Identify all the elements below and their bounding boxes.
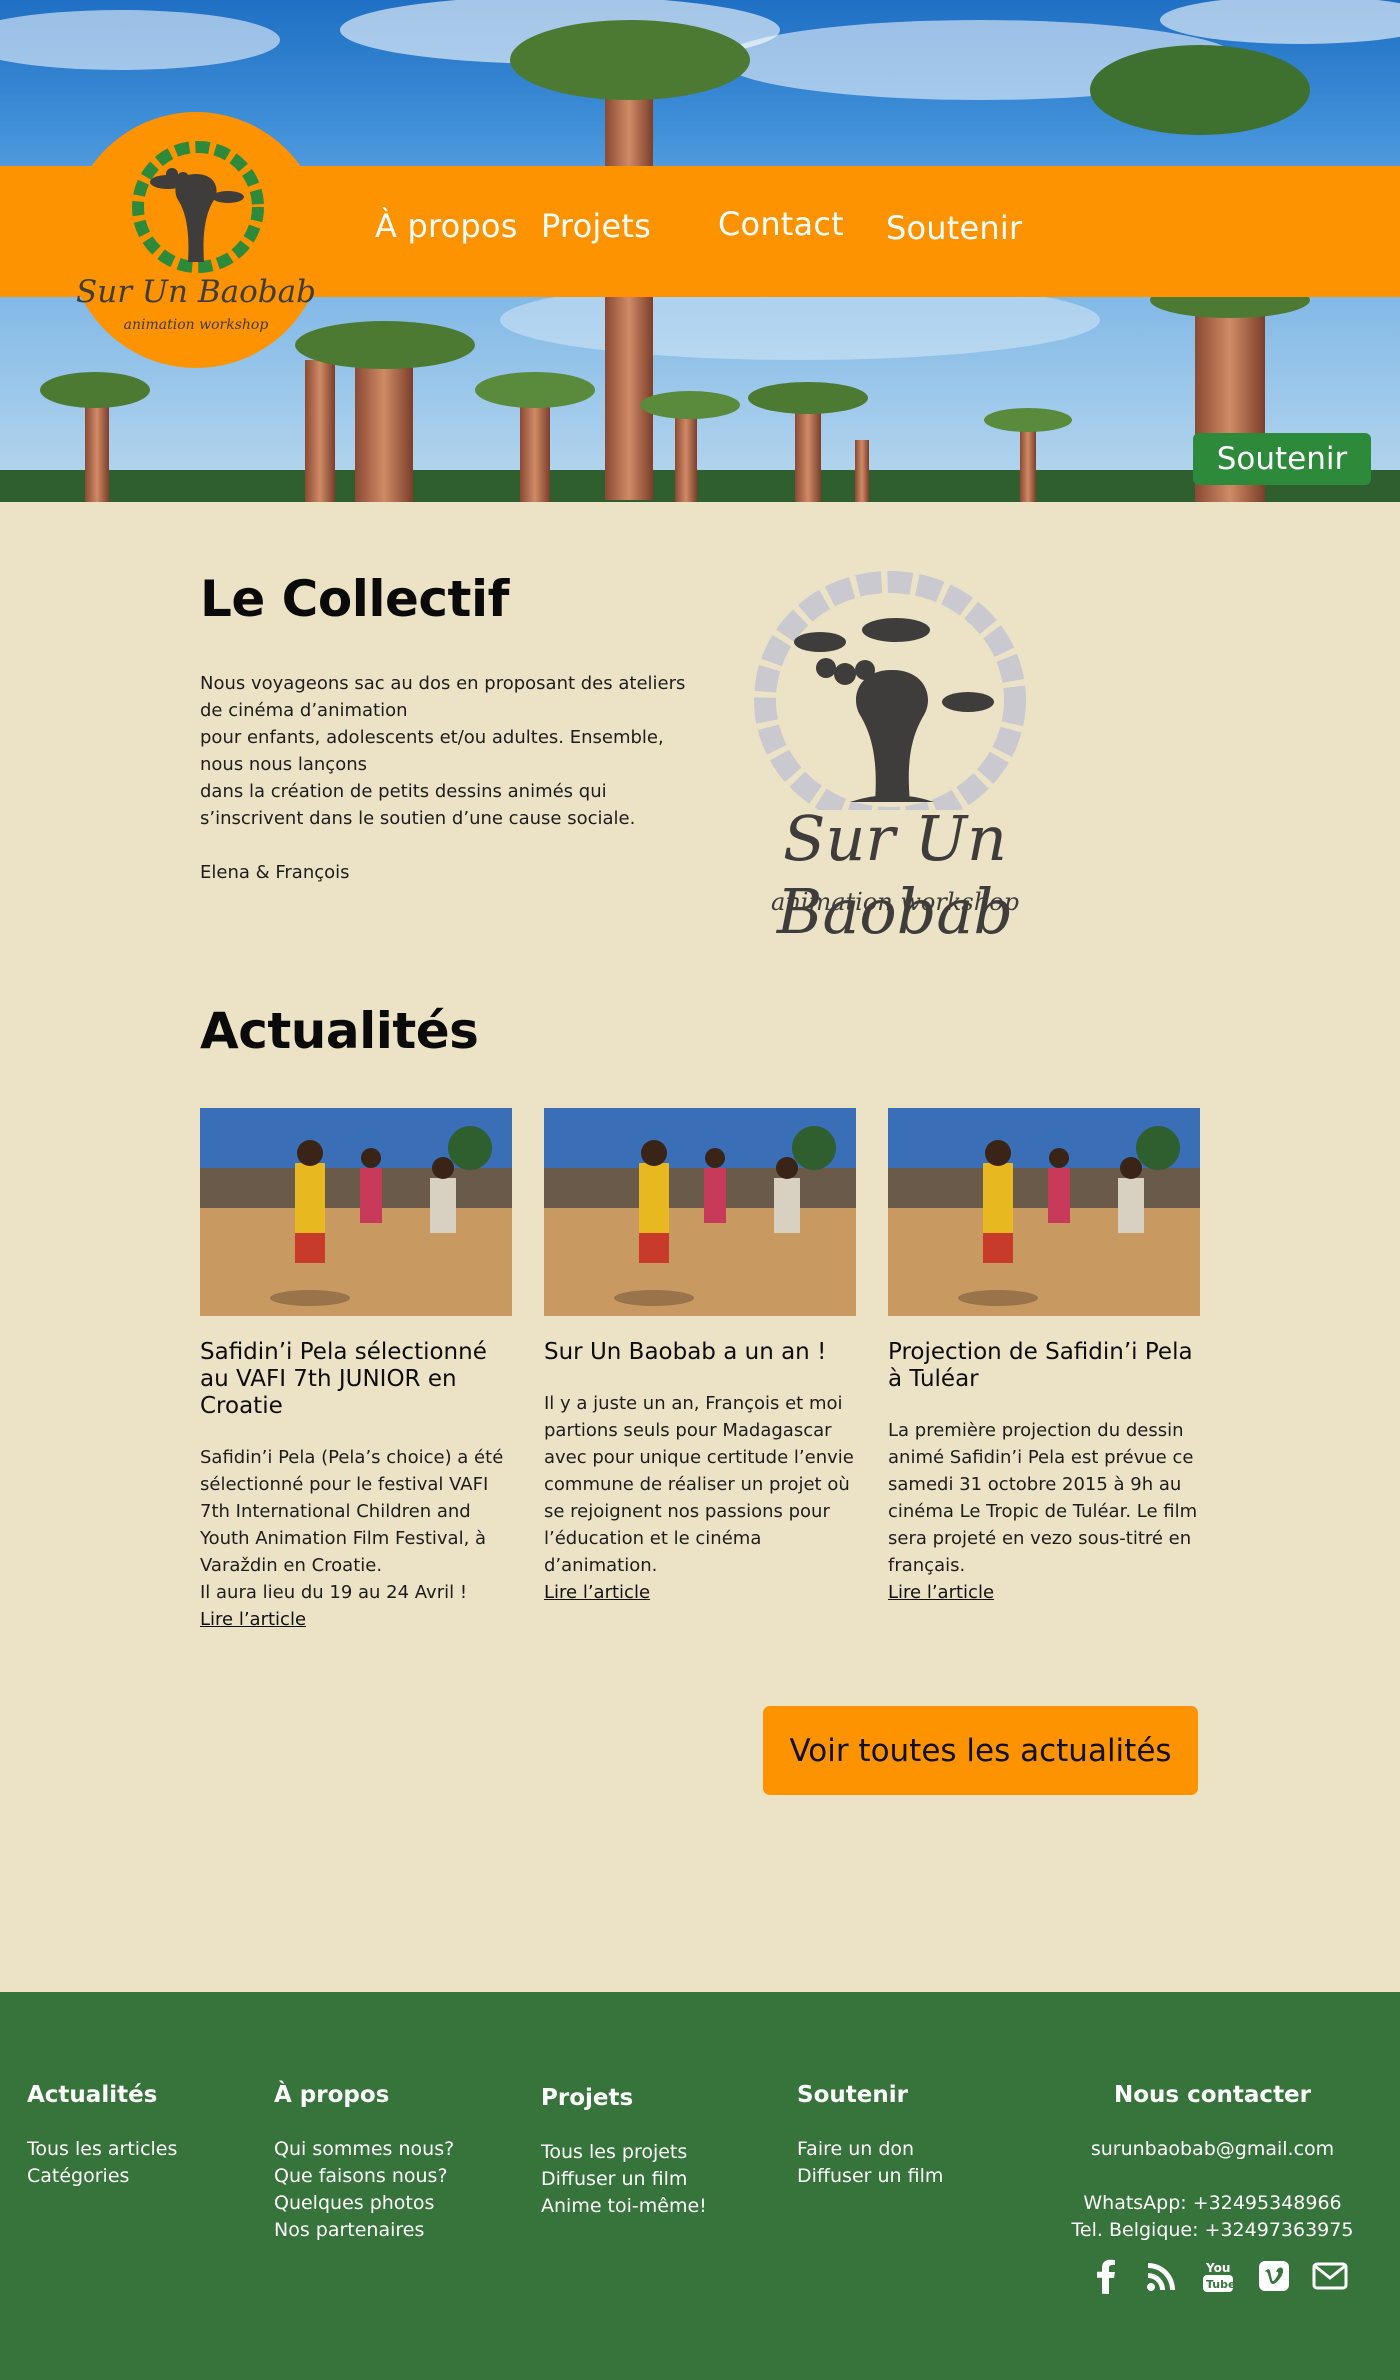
children-jumping-photo: [888, 1108, 1200, 1316]
logo-subtitle: animation workshop: [123, 317, 269, 333]
footer-col-a-propos: À propos Qui sommes nous? Que faisons no…: [274, 2082, 454, 2244]
news-image[interactable]: [200, 1108, 512, 1316]
news-image[interactable]: [544, 1108, 856, 1316]
footer-link[interactable]: Tous les projets: [541, 2139, 707, 2166]
collectif-logo-title: Sur Un Baobab: [776, 802, 1014, 948]
social-icons: You Tube: [1088, 2258, 1348, 2294]
logo-title: Sur Un Baobab: [76, 274, 316, 310]
hero-banner: Sur Un Baobab animation workshop À propo…: [0, 0, 1400, 502]
nav-item-projets[interactable]: Projets: [541, 207, 651, 245]
read-article-link[interactable]: Lire l’article: [544, 1579, 856, 1606]
read-article-link[interactable]: Lire l’article: [888, 1579, 1200, 1606]
news-article-body-extra: Il aura lieu du 19 au 24 Avril !: [200, 1582, 468, 1603]
footer-link[interactable]: Qui sommes nous?: [274, 2136, 454, 2163]
footer-contact: Nous contacter surunbaobab@gmail.com Wha…: [1060, 2082, 1365, 2244]
news-article-title[interactable]: Safidin’i Pela sélectionné au VAFI 7th J…: [200, 1339, 512, 1420]
collectif-signature: Elena & François: [200, 862, 350, 883]
footer-col-title: À propos: [274, 2082, 390, 2108]
news-article-body: Safidin’i Pela (Pela’s choice) a été sél…: [200, 1447, 504, 1576]
collectif-line: Nous voyageons sac au dos en proposant d…: [200, 673, 686, 721]
children-jumping-photo: [544, 1108, 856, 1316]
news-card: Sur Un Baobab a un an ! Il y a juste un …: [544, 1108, 856, 1606]
footer-link[interactable]: Diffuser un film: [541, 2166, 707, 2193]
footer-link[interactable]: Diffuser un film: [797, 2163, 943, 2190]
collectif-line: dans la création de petits dessins animé…: [200, 781, 636, 829]
news-article-body: La première projection du dessin animé S…: [888, 1420, 1198, 1576]
youtube-icon[interactable]: You Tube: [1200, 2258, 1236, 2294]
collectif-text: Nous voyageons sac au dos en proposant d…: [200, 670, 690, 886]
nav-item-contact[interactable]: Contact: [718, 205, 844, 243]
footer-link[interactable]: Que faisons nous?: [274, 2163, 454, 2190]
hero-support-button[interactable]: Soutenir: [1193, 433, 1371, 485]
read-article-link[interactable]: Lire l’article: [200, 1606, 512, 1633]
footer-col-title: Actualités: [27, 2082, 158, 2108]
site-logo[interactable]: Sur Un Baobab animation workshop: [68, 112, 324, 368]
all-news-button[interactable]: Voir toutes les actualités: [763, 1706, 1198, 1795]
vimeo-icon[interactable]: [1256, 2258, 1292, 2294]
collectif-title: Le Collectif: [200, 570, 509, 628]
footer-col-title: Soutenir: [797, 2082, 908, 2108]
footer-col-actualites: Actualités Tous les articles Catégories: [27, 2082, 177, 2190]
news-article-title[interactable]: Projection de Safidin’i Pela à Tuléar: [888, 1339, 1200, 1393]
baobab-logo-icon: [132, 141, 264, 273]
contact-email[interactable]: surunbaobab@gmail.com: [1060, 2136, 1365, 2163]
footer-col-title: Projets: [541, 2085, 634, 2111]
nav-item-a-propos[interactable]: À propos: [375, 207, 518, 245]
news-card: Projection de Safidin’i Pela à Tuléar La…: [888, 1108, 1200, 1606]
children-jumping-photo: [200, 1108, 512, 1316]
news-article-title[interactable]: Sur Un Baobab a un an !: [544, 1339, 856, 1366]
footer-link[interactable]: Anime toi-même!: [541, 2193, 707, 2220]
collectif-logo-subtitle: animation workshop: [771, 888, 1019, 916]
news-article-body: Il y a juste un an, François et moi part…: [544, 1393, 854, 1576]
collectif-logo: Sur Un Baobab animation workshop: [700, 570, 1090, 948]
footer-link[interactable]: Faire un don: [797, 2136, 943, 2163]
footer-col-projets: Projets Tous les projets Diffuser un fil…: [541, 2085, 707, 2220]
news-image[interactable]: [888, 1108, 1200, 1316]
nav-item-soutenir[interactable]: Soutenir: [886, 209, 1022, 247]
collectif-line: pour enfants, adolescents et/ou adultes.…: [200, 727, 664, 775]
facebook-icon[interactable]: [1088, 2258, 1124, 2294]
svg-text:Tube: Tube: [1206, 2278, 1235, 2291]
news-title: Actualités: [200, 1002, 479, 1060]
footer-link[interactable]: Quelques photos: [274, 2190, 454, 2217]
mail-icon[interactable]: [1312, 2258, 1348, 2294]
contact-whatsapp: WhatsApp: +32495348966: [1083, 2192, 1342, 2214]
contact-phone: Tel. Belgique: +32497363975: [1071, 2219, 1354, 2241]
news-card: Safidin’i Pela sélectionné au VAFI 7th J…: [200, 1108, 512, 1633]
footer-link[interactable]: Nos partenaires: [274, 2217, 454, 2244]
baobab-logo-icon: [754, 571, 1026, 810]
rss-icon[interactable]: [1144, 2258, 1180, 2294]
contact-title: Nous contacter: [1113, 2082, 1312, 2108]
footer-link[interactable]: Tous les articles: [27, 2136, 177, 2163]
site-footer: Actualités Tous les articles Catégories …: [0, 1992, 1400, 2380]
footer-col-soutenir: Soutenir Faire un don Diffuser un film: [797, 2082, 943, 2190]
svg-text:You: You: [1205, 2261, 1230, 2275]
footer-link[interactable]: Catégories: [27, 2163, 177, 2190]
